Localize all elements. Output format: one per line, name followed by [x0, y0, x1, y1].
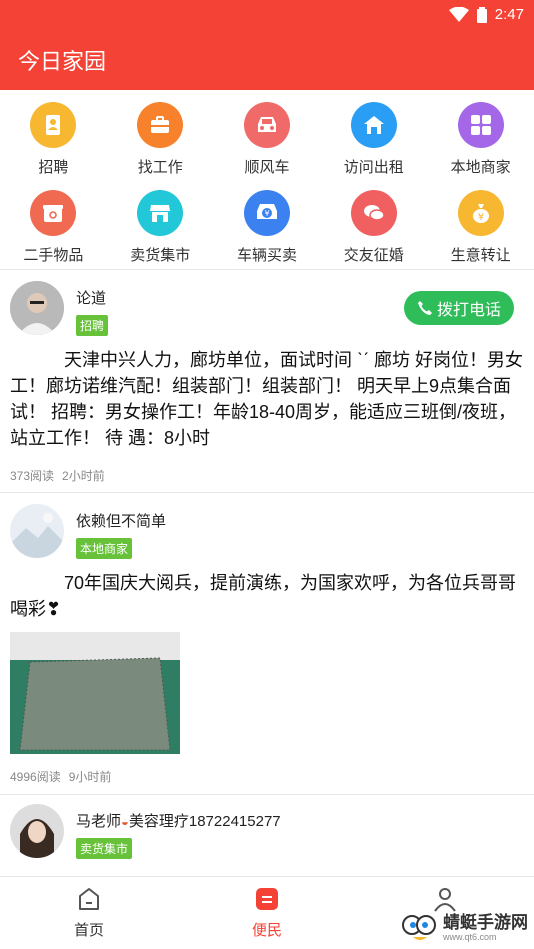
category-tag: 招聘 [76, 315, 109, 336]
nav-service[interactable]: 便民 [178, 877, 356, 949]
post-meta: 4996阅读 9小时前 [10, 768, 111, 785]
post-card[interactable]: 马老师◒美容理疗18722415277 卖货集市 [0, 796, 534, 876]
svg-text:¥: ¥ [477, 212, 483, 223]
status-bar: 2:47 [448, 6, 524, 23]
poster-name-main: 马老师 [76, 813, 122, 830]
category-dating[interactable]: 交友征婚 [320, 180, 427, 268]
money-bag-icon: ¥ [457, 190, 504, 236]
category-business-transfer[interactable]: ¥ 生意转让 [427, 180, 534, 268]
battery-icon [476, 6, 487, 23]
sunset-icon: ◒ [121, 814, 129, 829]
poster-name: 依赖但不简单 [76, 513, 167, 530]
car-yen-icon: ¥ [243, 190, 290, 236]
call-button-label: 拨打电话 [436, 302, 501, 319]
watermark-url: www.qt6.com [443, 932, 497, 942]
poster-name-extra: 美容理疗18722415277 [128, 813, 281, 830]
category-tag: 本地商家 [76, 538, 133, 559]
phone-icon [417, 301, 432, 315]
user-icon [434, 888, 456, 912]
avatar[interactable] [10, 804, 64, 858]
category-market[interactable]: 卖货集市 [107, 180, 214, 268]
post-meta: 373阅读 2小时前 [10, 467, 105, 484]
category-recruit[interactable]: 招聘 [0, 92, 107, 180]
category-label: 二手物品 [23, 247, 84, 264]
read-count: 373阅读 [10, 469, 55, 483]
svg-text:¥: ¥ [264, 209, 269, 218]
category-local-business[interactable]: 本地商家 [427, 92, 534, 180]
app-header: 2:47 今日家园 [0, 0, 534, 90]
home-icon [79, 888, 99, 910]
box-icon [30, 190, 77, 236]
dragonfly-logo-icon [402, 915, 436, 940]
category-label: 招聘 [38, 159, 69, 176]
nav-home[interactable]: 首页 [0, 877, 178, 949]
category-label: 生意转让 [450, 247, 511, 264]
watermark: 蜻蜓手游网 www.qt6.com [401, 911, 528, 945]
bottom-nav: 首页 便民 蜻蜓手游网 www.qt6.com [0, 876, 534, 949]
category-label: 找工作 [137, 159, 183, 176]
category-label: 本地商家 [450, 159, 511, 176]
page-title: 今日家园 [18, 49, 107, 74]
wifi-icon [448, 6, 469, 22]
nav-label: 首页 [73, 922, 104, 939]
car-icon [243, 102, 290, 148]
category-label: 卖货集市 [130, 247, 191, 264]
category-label: 交友征婚 [343, 247, 404, 264]
status-time: 2:47 [494, 6, 524, 23]
category-second-hand[interactable]: 二手物品 [0, 180, 107, 268]
chat-bubbles-icon [350, 190, 397, 236]
post-text: 天津中兴人力，廊坊单位，面试时间 ˋˊ 廊坊 好岗位！男女工！廊坊诺维汽配！组装… [10, 350, 523, 448]
post-text: 70年国庆大阅兵，提前演练，为国家欢呼，为各位兵哥哥喝彩❣ [10, 573, 517, 619]
nav-label: 便民 [251, 922, 282, 939]
category-label: 车辆买卖 [236, 247, 297, 264]
briefcase-icon [137, 102, 184, 148]
person-badge-icon [30, 102, 77, 148]
category-find-job[interactable]: 找工作 [107, 92, 214, 180]
post-card[interactable]: 论道 招聘 拨打电话 天津中兴人力，廊坊单位，面试时间 ˋˊ 廊坊 好岗位！男女… [0, 271, 534, 493]
shop-icon [137, 190, 184, 236]
category-rental[interactable]: 访问出租 [320, 92, 427, 180]
category-label: 顺风车 [244, 159, 290, 176]
category-label: 访问出租 [343, 159, 404, 176]
call-button[interactable]: 拨打电话 [404, 291, 514, 325]
category-car-trade[interactable]: ¥ 车辆买卖 [214, 180, 321, 268]
post-time: 2小时前 [62, 469, 105, 483]
post-time: 9小时前 [68, 770, 112, 784]
grid-icon [457, 102, 504, 148]
house-icon [350, 102, 397, 148]
post-image[interactable] [10, 632, 180, 754]
category-carpool[interactable]: 顺风车 [214, 92, 321, 180]
avatar[interactable] [10, 281, 64, 335]
post-card[interactable]: 依赖但不简单 本地商家 70年国庆大阅兵，提前演练，为国家欢呼，为各位兵哥哥喝彩… [0, 494, 534, 795]
service-icon [256, 888, 278, 910]
category-tag: 卖货集市 [76, 838, 133, 859]
watermark-text: 蜻蜓手游网 [443, 913, 528, 932]
poster-name: 论道 [76, 290, 107, 307]
read-count: 4996阅读 [10, 770, 61, 784]
avatar[interactable] [10, 504, 64, 558]
poster-name: 马老师◒美容理疗18722415277 [76, 810, 281, 831]
category-grid: 招聘 找工作 顺风车 访问出租 本地商家 二手物品 卖货集市 ¥ 车辆买卖 交友… [0, 92, 534, 270]
